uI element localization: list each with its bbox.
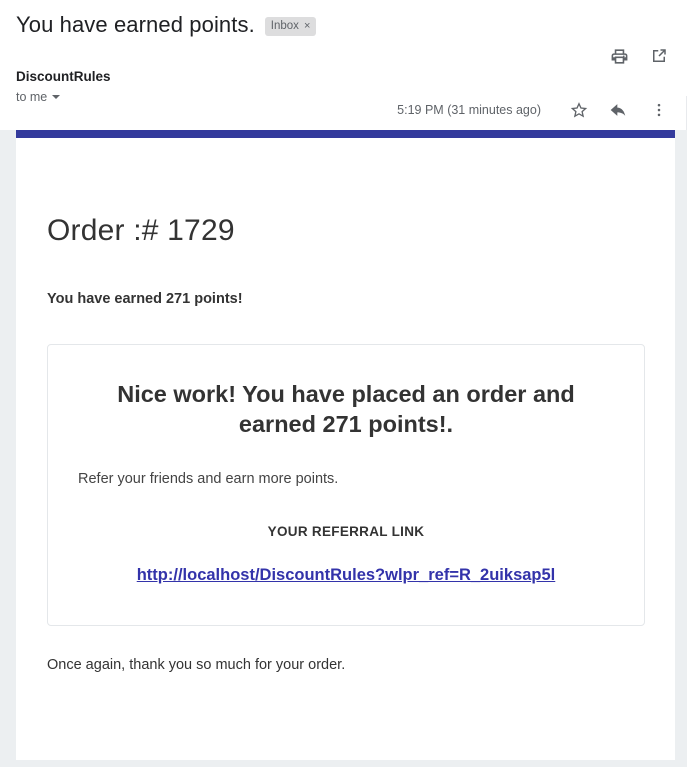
page-title: You have earned points.	[16, 12, 255, 37]
points-earned-line: You have earned 271 points!	[47, 291, 243, 307]
referral-link-label: YOUR REFERRAL LINK	[267, 524, 425, 539]
chevron-down-icon[interactable]	[52, 95, 61, 99]
closing-line: Once again, thank you so much for your o…	[47, 657, 346, 673]
recipient-row[interactable]: to me	[16, 88, 111, 106]
close-icon[interactable]: ×	[304, 20, 310, 32]
subject-row: You have earned points. Inbox ×	[0, 0, 687, 38]
sender-block: DiscountRules to me	[16, 68, 111, 106]
brand-bar	[16, 130, 675, 138]
reply-icon[interactable]	[609, 100, 629, 120]
label-chip-text: Inbox	[270, 19, 299, 32]
message-meta-row: 5:19 PM (31 minutes ago)	[397, 100, 669, 120]
recipient-label: to me	[16, 90, 48, 104]
star-icon[interactable]	[569, 100, 589, 120]
message-header: You have earned points. Inbox × Discount…	[0, 0, 687, 130]
referral-card-heading: Nice work! You have placed an order and …	[117, 381, 575, 437]
referral-link[interactable]: http://localhost/DiscountRules?wlpr_ref=…	[137, 566, 556, 584]
more-vertical-icon[interactable]	[649, 100, 669, 120]
print-icon[interactable]	[609, 46, 629, 66]
open-in-new-icon[interactable]	[649, 46, 669, 66]
email-body: Order :# 1729 You have earned 271 points…	[16, 130, 675, 760]
email-body-content: Order :# 1729 You have earned 271 points…	[16, 138, 675, 673]
timestamp: 5:19 PM (31 minutes ago)	[397, 103, 541, 117]
referral-card: Nice work! You have placed an order and …	[47, 344, 645, 626]
sender-name[interactable]: DiscountRules	[16, 68, 111, 86]
referral-card-subtext: Refer your friends and earn more points.	[78, 471, 339, 487]
status-badge[interactable]: Inbox ×	[264, 16, 317, 36]
header-actions	[609, 46, 669, 66]
order-title: Order :# 1729	[47, 214, 235, 247]
referral-link-row: http://localhost/DiscountRules?wlpr_ref=…	[72, 539, 620, 585]
